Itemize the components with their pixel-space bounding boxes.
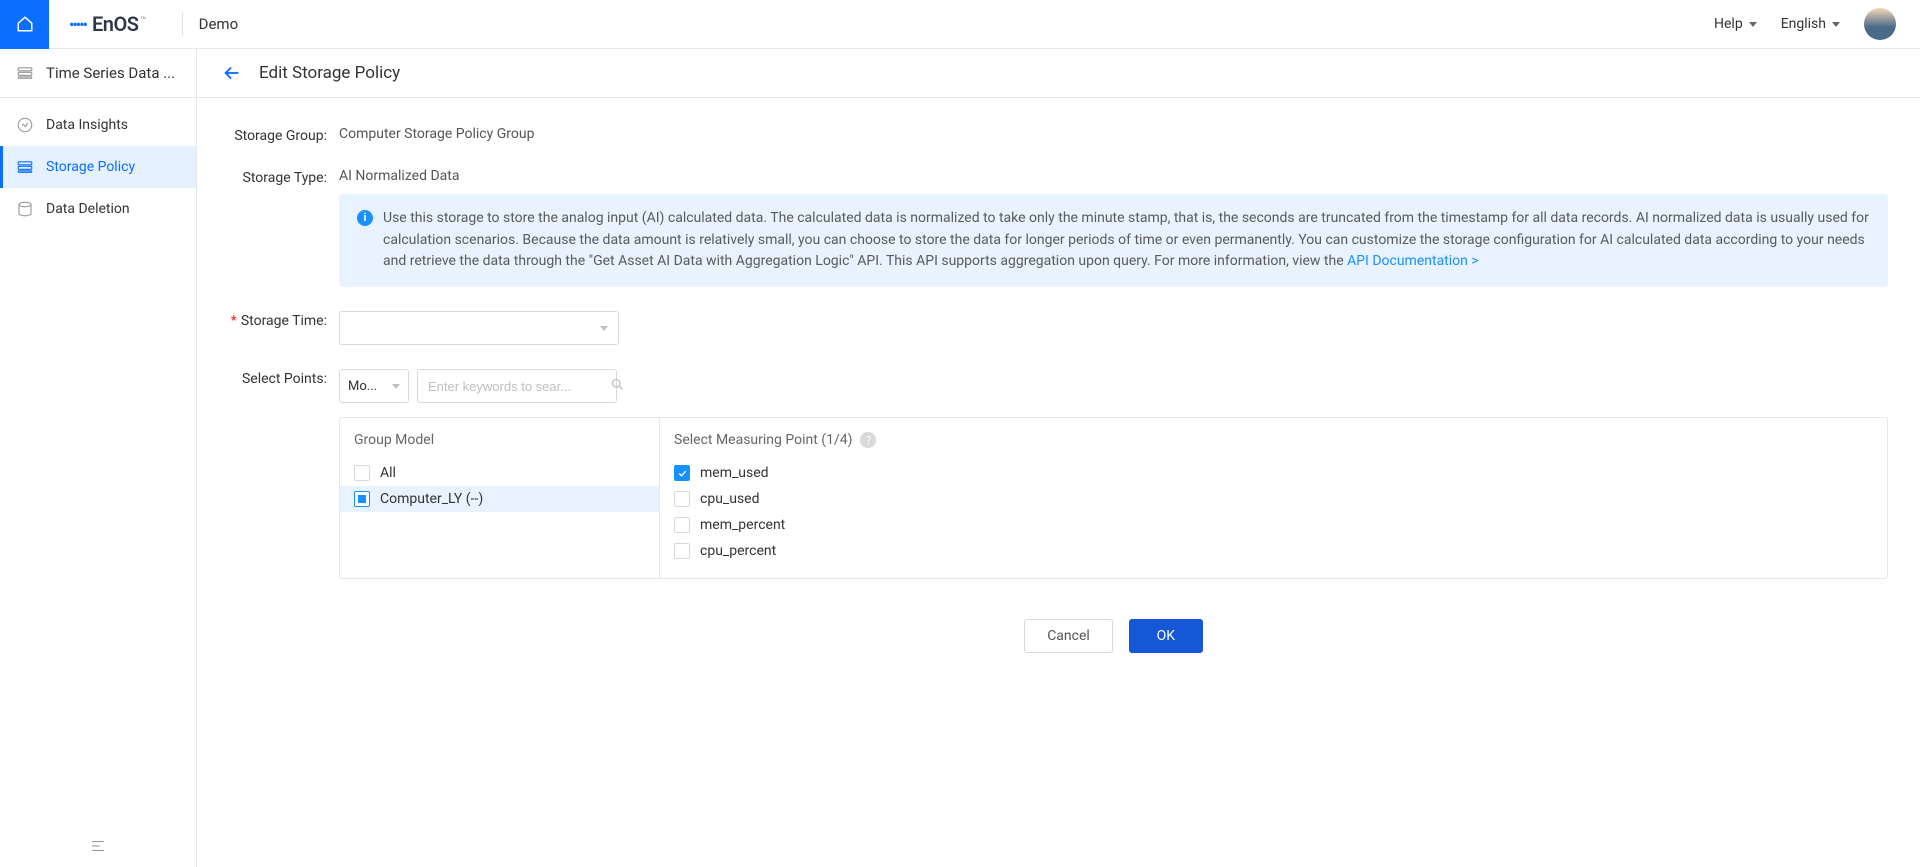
main: Edit Storage Policy Storage Group: Compu…: [197, 49, 1920, 867]
sidebar-item-label: Data Deletion: [46, 201, 130, 217]
api-doc-link[interactable]: API Documentation >: [1347, 253, 1479, 269]
measuring-point-row[interactable]: cpu_used: [674, 486, 1873, 512]
database-icon: [16, 200, 34, 218]
collapse-icon: [89, 837, 107, 855]
home-icon: [16, 15, 34, 33]
sidebar-item-storage-policy[interactable]: Storage Policy: [0, 146, 196, 188]
all-label: All: [380, 465, 396, 481]
info-box: i Use this storage to store the analog i…: [339, 194, 1888, 287]
row-select-points: Select Points: Mo...: [229, 369, 1888, 653]
label-select-points: Select Points:: [229, 369, 339, 653]
storage-time-select[interactable]: [339, 311, 619, 345]
storage-time-label-text: Storage Time:: [241, 313, 327, 329]
search-input[interactable]: [428, 379, 604, 394]
measuring-point-row[interactable]: mem_used: [674, 460, 1873, 486]
value-storage-type: AI Normalized Data i Use this storage to…: [339, 168, 1888, 287]
measuring-point-row[interactable]: cpu_percent: [674, 538, 1873, 564]
tenant-name: Demo: [199, 15, 239, 33]
chevron-down-icon: [392, 384, 400, 389]
header-right: Help English: [1714, 8, 1896, 40]
info-text-wrap: Use this storage to store the analog inp…: [383, 208, 1870, 273]
main-body: Storage Group: Computer Storage Policy G…: [197, 98, 1920, 867]
filter-select[interactable]: Mo...: [339, 369, 409, 403]
logo-area[interactable]: ••••• EnOS™: [49, 0, 166, 48]
checkbox-mem-used[interactable]: [674, 465, 690, 481]
sidebar-collapse[interactable]: [0, 825, 196, 867]
module-icon: [16, 64, 34, 82]
divider: [182, 12, 183, 36]
help-icon[interactable]: ?: [860, 432, 876, 448]
checkbox-cpu-used[interactable]: [674, 491, 690, 507]
required-star: *: [231, 313, 237, 329]
logo-text: EnOS™: [92, 12, 146, 36]
row-storage-time: *Storage Time:: [229, 311, 1888, 345]
sidebar-title-text: Time Series Data ...: [46, 64, 175, 82]
storage-type-value: AI Normalized Data: [339, 168, 459, 184]
avatar[interactable]: [1864, 8, 1896, 40]
sidebar-item-data-deletion[interactable]: Data Deletion: [0, 188, 196, 230]
main-header: Edit Storage Policy: [197, 49, 1920, 98]
group-model-all[interactable]: All: [354, 460, 645, 486]
logo-dots-icon: •••••: [69, 15, 86, 34]
mp-label: mem_percent: [700, 517, 785, 533]
info-text: Use this storage to store the analog inp…: [383, 210, 1869, 269]
mp-label: cpu_percent: [700, 543, 776, 559]
mp-label: cpu_used: [700, 491, 760, 507]
points-filter-row: Mo...: [339, 369, 1888, 403]
help-label: Help: [1714, 16, 1743, 32]
measuring-point-row[interactable]: mem_percent: [674, 512, 1873, 538]
chevron-down-icon: [1832, 22, 1840, 27]
mp-label: mem_used: [700, 465, 769, 481]
group-model-item[interactable]: Computer_LY (--): [340, 486, 659, 512]
lang-label: English: [1781, 16, 1826, 32]
check-icon: [677, 468, 688, 479]
panel-group-model: Group Model All Computer_LY (--): [340, 418, 660, 578]
panel-measuring-points: Select Measuring Point (1/4) ? mem_used: [660, 418, 1887, 578]
group-model-item-label: Computer_LY (--): [380, 491, 483, 507]
row-storage-group: Storage Group: Computer Storage Policy G…: [229, 126, 1888, 144]
language-dropdown[interactable]: English: [1781, 16, 1840, 32]
back-button[interactable]: [221, 62, 243, 84]
filter-select-label: Mo...: [348, 379, 388, 394]
arrow-left-icon: [221, 62, 243, 84]
group-model-heading: Group Model: [354, 432, 645, 448]
info-icon: i: [357, 210, 373, 226]
checkbox-mem-percent[interactable]: [674, 517, 690, 533]
sidebar-item-label: Storage Policy: [46, 159, 135, 175]
points-panel: Group Model All Computer_LY (--): [339, 417, 1888, 579]
sidebar-items: Data Insights Storage Policy Data Deleti…: [0, 98, 196, 230]
chevron-down-icon: [600, 326, 608, 331]
search-icon: [610, 377, 625, 396]
ok-button[interactable]: OK: [1129, 619, 1203, 653]
value-select-points: Mo... Group Model: [339, 369, 1888, 653]
top-header: ••••• EnOS™ Demo Help English: [0, 0, 1920, 49]
sidebar-item-data-insights[interactable]: Data Insights: [0, 104, 196, 146]
action-buttons: Cancel OK: [339, 619, 1888, 653]
label-storage-group: Storage Group:: [229, 126, 339, 144]
search-input-wrap[interactable]: [417, 369, 617, 403]
chevron-down-icon: [1749, 22, 1757, 27]
page-title: Edit Storage Policy: [259, 63, 400, 83]
label-storage-type: Storage Type:: [229, 168, 339, 287]
help-dropdown[interactable]: Help: [1714, 16, 1757, 32]
measuring-point-heading: Select Measuring Point (1/4) ?: [674, 432, 1873, 448]
checkbox-all[interactable]: [354, 465, 370, 481]
chart-icon: [16, 116, 34, 134]
sidebar-item-label: Data Insights: [46, 117, 128, 133]
checkbox-cpu-percent[interactable]: [674, 543, 690, 559]
sidebar: Time Series Data ... Data Insights Stora…: [0, 49, 197, 867]
label-storage-time: *Storage Time:: [229, 311, 339, 345]
storage-icon: [16, 158, 34, 176]
cancel-button[interactable]: Cancel: [1024, 619, 1113, 653]
value-storage-time: [339, 311, 1888, 345]
row-storage-type: Storage Type: AI Normalized Data i Use t…: [229, 168, 1888, 287]
checkbox-computer-ly[interactable]: [354, 491, 370, 507]
value-storage-group: Computer Storage Policy Group: [339, 126, 1888, 144]
sidebar-title[interactable]: Time Series Data ...: [0, 49, 196, 98]
measuring-point-heading-text: Select Measuring Point (1/4): [674, 432, 852, 448]
home-tile[interactable]: [0, 0, 49, 49]
